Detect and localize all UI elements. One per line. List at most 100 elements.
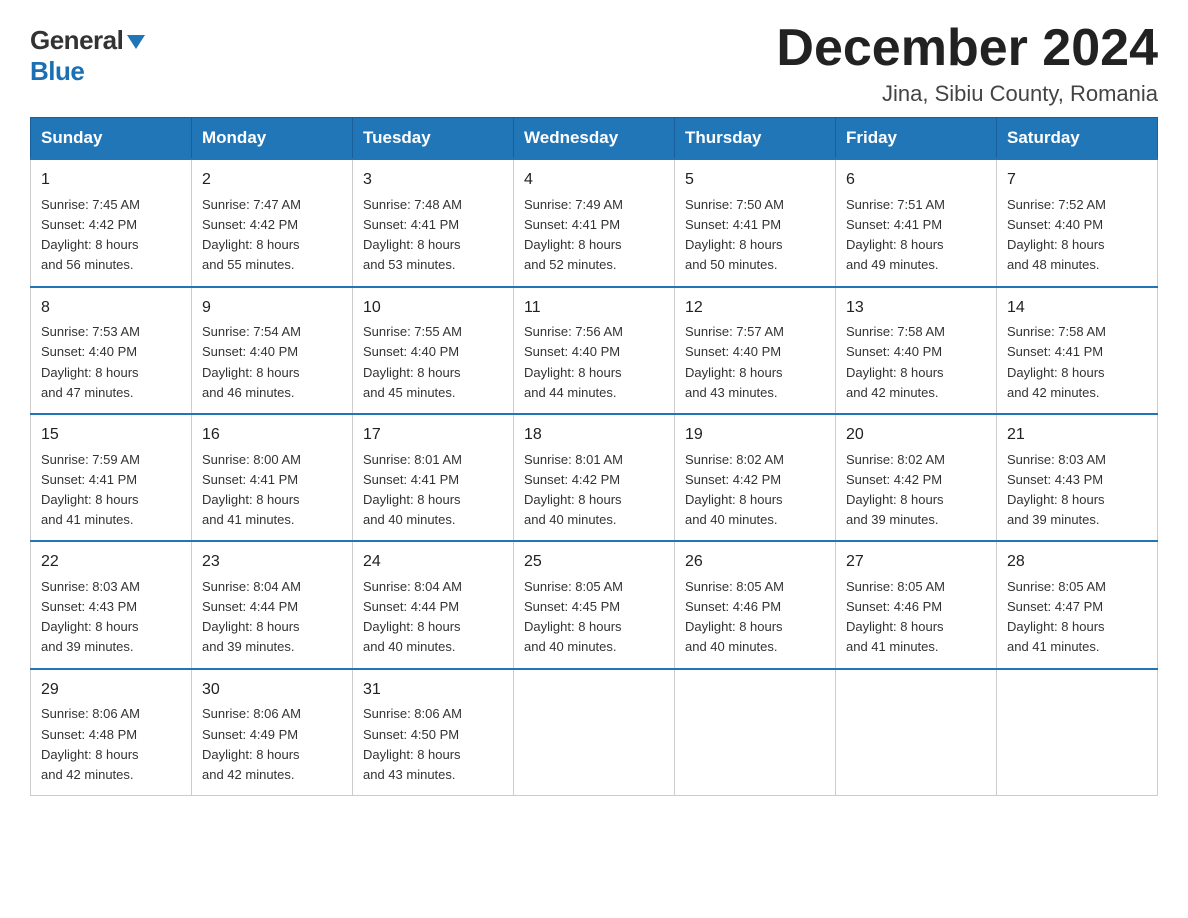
day-info: Sunrise: 8:03 AM Sunset: 4:43 PM Dayligh… xyxy=(1007,452,1106,527)
weekday-header-tuesday: Tuesday xyxy=(353,118,514,160)
day-info: Sunrise: 8:01 AM Sunset: 4:42 PM Dayligh… xyxy=(524,452,623,527)
day-cell-5: 5Sunrise: 7:50 AM Sunset: 4:41 PM Daylig… xyxy=(675,159,836,286)
day-info: Sunrise: 7:55 AM Sunset: 4:40 PM Dayligh… xyxy=(363,324,462,399)
day-info: Sunrise: 7:52 AM Sunset: 4:40 PM Dayligh… xyxy=(1007,197,1106,272)
day-info: Sunrise: 8:05 AM Sunset: 4:45 PM Dayligh… xyxy=(524,579,623,654)
day-info: Sunrise: 8:02 AM Sunset: 4:42 PM Dayligh… xyxy=(685,452,784,527)
day-info: Sunrise: 7:51 AM Sunset: 4:41 PM Dayligh… xyxy=(846,197,945,272)
day-info: Sunrise: 8:02 AM Sunset: 4:42 PM Dayligh… xyxy=(846,452,945,527)
day-number: 29 xyxy=(41,678,181,703)
day-number: 11 xyxy=(524,296,664,321)
week-row-4: 22 Sunrise: 8:03 AM Sunset: 4:43 PM Dayli… xyxy=(31,541,1158,668)
day-number: 4 xyxy=(524,168,664,193)
day-cell-29: 29 Sunrise: 8:06 AM Sunset: 4:48 PM Dayli… xyxy=(31,669,192,796)
day-number: 12 xyxy=(685,296,825,321)
day-number: 22 xyxy=(41,550,181,575)
day-info: Sunrise: 7:45 AM Sunset: 4:42 PM Dayligh… xyxy=(41,197,140,272)
logo-arrow-icon xyxy=(125,31,147,53)
empty-cell xyxy=(836,669,997,796)
day-cell-30: 30 Sunrise: 8:06 AM Sunset: 4:49 PM Dayli… xyxy=(192,669,353,796)
page-header: General Blue December 2024 Jina, Sibiu C… xyxy=(30,20,1158,107)
day-info: Sunrise: 7:50 AM Sunset: 4:41 PM Dayligh… xyxy=(685,197,784,272)
day-number: 18 xyxy=(524,423,664,448)
day-cell-28: 28 Sunrise: 8:05 AM Sunset: 4:47 PM Dayli… xyxy=(997,541,1158,668)
day-info: Sunrise: 8:05 AM Sunset: 4:47 PM Dayligh… xyxy=(1007,579,1106,654)
day-cell-26: 26Sunrise: 8:05 AM Sunset: 4:46 PM Dayli… xyxy=(675,541,836,668)
day-info: Sunrise: 8:04 AM Sunset: 4:44 PM Dayligh… xyxy=(202,579,301,654)
day-cell-11: 11Sunrise: 7:56 AM Sunset: 4:40 PM Dayli… xyxy=(514,287,675,414)
day-cell-1: 1 Sunrise: 7:45 AM Sunset: 4:42 PM Daylig… xyxy=(31,159,192,286)
logo: General Blue xyxy=(30,20,147,87)
day-cell-24: 24Sunrise: 8:04 AM Sunset: 4:44 PM Dayli… xyxy=(353,541,514,668)
day-cell-31: 31 Sunrise: 8:06 AM Sunset: 4:50 PM Dayli… xyxy=(353,669,514,796)
title-block: December 2024 Jina, Sibiu County, Romani… xyxy=(776,20,1158,107)
day-cell-10: 10 Sunrise: 7:55 AM Sunset: 4:40 PM Dayli… xyxy=(353,287,514,414)
day-cell-25: 25Sunrise: 8:05 AM Sunset: 4:45 PM Dayli… xyxy=(514,541,675,668)
day-number: 2 xyxy=(202,168,342,193)
day-cell-27: 27 Sunrise: 8:05 AM Sunset: 4:46 PM Dayli… xyxy=(836,541,997,668)
day-number: 24 xyxy=(363,550,503,575)
empty-cell xyxy=(997,669,1158,796)
day-info: Sunrise: 8:01 AM Sunset: 4:41 PM Dayligh… xyxy=(363,452,462,527)
day-number: 9 xyxy=(202,296,342,321)
day-info: Sunrise: 8:05 AM Sunset: 4:46 PM Dayligh… xyxy=(846,579,945,654)
day-number: 8 xyxy=(41,296,181,321)
day-cell-21: 21 Sunrise: 8:03 AM Sunset: 4:43 PM Dayli… xyxy=(997,414,1158,541)
day-number: 31 xyxy=(363,678,503,703)
day-number: 26 xyxy=(685,550,825,575)
calendar-table: SundayMondayTuesdayWednesdayThursdayFrid… xyxy=(30,117,1158,796)
day-info: Sunrise: 7:53 AM Sunset: 4:40 PM Dayligh… xyxy=(41,324,140,399)
day-number: 13 xyxy=(846,296,986,321)
day-number: 21 xyxy=(1007,423,1147,448)
day-info: Sunrise: 8:06 AM Sunset: 4:50 PM Dayligh… xyxy=(363,706,462,781)
week-row-5: 29 Sunrise: 8:06 AM Sunset: 4:48 PM Dayli… xyxy=(31,669,1158,796)
day-info: Sunrise: 8:06 AM Sunset: 4:48 PM Dayligh… xyxy=(41,706,140,781)
day-info: Sunrise: 7:57 AM Sunset: 4:40 PM Dayligh… xyxy=(685,324,784,399)
day-info: Sunrise: 7:49 AM Sunset: 4:41 PM Dayligh… xyxy=(524,197,623,272)
day-info: Sunrise: 8:03 AM Sunset: 4:43 PM Dayligh… xyxy=(41,579,140,654)
day-cell-20: 20 Sunrise: 8:02 AM Sunset: 4:42 PM Dayli… xyxy=(836,414,997,541)
day-cell-6: 6Sunrise: 7:51 AM Sunset: 4:41 PM Daylig… xyxy=(836,159,997,286)
day-number: 10 xyxy=(363,296,503,321)
day-cell-19: 19 Sunrise: 8:02 AM Sunset: 4:42 PM Dayli… xyxy=(675,414,836,541)
day-cell-18: 18 Sunrise: 8:01 AM Sunset: 4:42 PM Dayli… xyxy=(514,414,675,541)
day-cell-23: 23 Sunrise: 8:04 AM Sunset: 4:44 PM Dayli… xyxy=(192,541,353,668)
weekday-header-sunday: Sunday xyxy=(31,118,192,160)
day-number: 23 xyxy=(202,550,342,575)
day-number: 30 xyxy=(202,678,342,703)
day-number: 1 xyxy=(41,168,181,193)
day-cell-7: 7Sunrise: 7:52 AM Sunset: 4:40 PM Daylig… xyxy=(997,159,1158,286)
day-cell-17: 17 Sunrise: 8:01 AM Sunset: 4:41 PM Dayli… xyxy=(353,414,514,541)
day-number: 19 xyxy=(685,423,825,448)
day-number: 15 xyxy=(41,423,181,448)
day-cell-14: 14Sunrise: 7:58 AM Sunset: 4:41 PM Dayli… xyxy=(997,287,1158,414)
day-info: Sunrise: 7:54 AM Sunset: 4:40 PM Dayligh… xyxy=(202,324,301,399)
week-row-2: 8 Sunrise: 7:53 AM Sunset: 4:40 PM Daylig… xyxy=(31,287,1158,414)
weekday-header-row: SundayMondayTuesdayWednesdayThursdayFrid… xyxy=(31,118,1158,160)
weekday-header-thursday: Thursday xyxy=(675,118,836,160)
weekday-header-friday: Friday xyxy=(836,118,997,160)
day-cell-16: 16Sunrise: 8:00 AM Sunset: 4:41 PM Dayli… xyxy=(192,414,353,541)
day-cell-2: 2Sunrise: 7:47 AM Sunset: 4:42 PM Daylig… xyxy=(192,159,353,286)
day-number: 17 xyxy=(363,423,503,448)
location-subtitle: Jina, Sibiu County, Romania xyxy=(776,81,1158,107)
day-cell-8: 8 Sunrise: 7:53 AM Sunset: 4:40 PM Daylig… xyxy=(31,287,192,414)
day-cell-9: 9 Sunrise: 7:54 AM Sunset: 4:40 PM Daylig… xyxy=(192,287,353,414)
day-cell-3: 3Sunrise: 7:48 AM Sunset: 4:41 PM Daylig… xyxy=(353,159,514,286)
day-info: Sunrise: 7:58 AM Sunset: 4:40 PM Dayligh… xyxy=(846,324,945,399)
week-row-3: 15 Sunrise: 7:59 AM Sunset: 4:41 PM Dayli… xyxy=(31,414,1158,541)
weekday-header-monday: Monday xyxy=(192,118,353,160)
empty-cell xyxy=(675,669,836,796)
day-info: Sunrise: 7:59 AM Sunset: 4:41 PM Dayligh… xyxy=(41,452,140,527)
day-cell-12: 12 Sunrise: 7:57 AM Sunset: 4:40 PM Dayli… xyxy=(675,287,836,414)
day-number: 27 xyxy=(846,550,986,575)
day-cell-13: 13 Sunrise: 7:58 AM Sunset: 4:40 PM Dayli… xyxy=(836,287,997,414)
weekday-header-wednesday: Wednesday xyxy=(514,118,675,160)
day-info: Sunrise: 8:06 AM Sunset: 4:49 PM Dayligh… xyxy=(202,706,301,781)
day-info: Sunrise: 8:00 AM Sunset: 4:41 PM Dayligh… xyxy=(202,452,301,527)
day-number: 14 xyxy=(1007,296,1147,321)
empty-cell xyxy=(514,669,675,796)
weekday-header-saturday: Saturday xyxy=(997,118,1158,160)
day-number: 28 xyxy=(1007,550,1147,575)
day-number: 20 xyxy=(846,423,986,448)
